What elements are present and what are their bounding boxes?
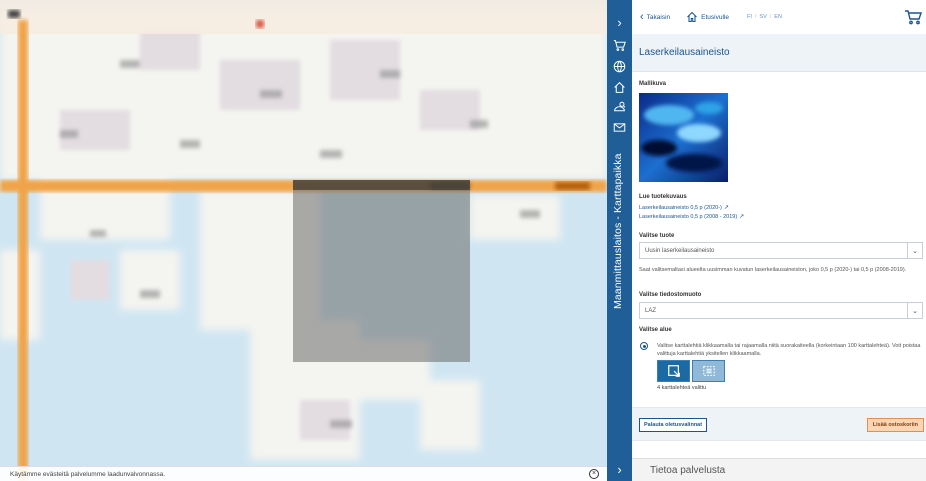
back-label: Takaisin [646,13,671,21]
lang-separator: / [754,14,757,20]
product-panel: ‹ Takaisin Etusivulle FI / SV / EN Laser… [632,0,926,481]
format-select-value: LAZ [645,307,657,314]
product-select[interactable]: Uusin laserkeilausaineisto ⌄ [639,242,923,259]
chevron-left-icon: ‹ [640,11,644,23]
add-to-cart-button[interactable]: Lisää ostoskoriin [866,418,924,432]
product-link-text: Laserkeilausaineisto 0,5 p (2008 - 2019) [639,214,738,220]
product-select-value: Uusin laserkeilausaineisto [645,247,715,254]
home-link[interactable]: Etusivulle [686,11,729,23]
chevron-down-icon: ⌄ [907,303,922,318]
lang-en[interactable]: EN [774,14,782,20]
back-link[interactable]: ‹ Takaisin [640,11,670,23]
product-link-text: Laserkeilausaineisto 0,5 p (2020-) [639,205,722,211]
product-header: Laserkeilausaineisto [632,34,926,72]
tool-strip: › Maanmittauslaitos - Karttapaikka › [607,0,632,481]
area-select-radio[interactable] [640,342,648,350]
rectangle-select-icon [702,366,715,376]
top-nav: ‹ Takaisin Etusivulle FI / SV / EN [632,0,926,34]
cookie-notice-text: Käytämme evästeitä palvelumme laadunvalv… [10,470,166,478]
language-switch: FI / SV / EN [747,14,782,20]
selected-sheets-count: 4 karttalehteä valittu [657,385,707,391]
service-info-heading[interactable]: Tietoa palvelusta [632,458,926,481]
action-bar: Palauta oletusvalinnat Lisää ostoskoriin [632,407,926,441]
home-icon [687,11,698,23]
select-sheets-button[interactable] [657,360,690,382]
click-select-icon [667,365,680,377]
area-option-text: Valitse karttalehtiä klikkaamalla tai ra… [657,343,921,357]
home-icon[interactable] [612,80,627,95]
lang-fi[interactable]: FI [747,14,752,20]
description-label: Lue tuotekuvaus [639,194,687,200]
cart-icon[interactable] [612,38,627,53]
sample-image [639,93,728,182]
selected-map-sheets[interactable] [293,180,470,362]
mail-icon[interactable] [612,120,627,135]
area-label: Valitse alue [639,327,672,333]
product-select-label: Valitse tuote [639,233,675,239]
map-canvas[interactable] [0,0,607,481]
page-title: Laserkeilausaineisto [639,47,730,58]
reset-defaults-button[interactable]: Palauta oletusvalinnat [639,418,708,432]
lang-separator: / [769,14,772,20]
globe-icon[interactable] [612,59,627,74]
rectangle-select-button[interactable] [692,360,725,382]
chevron-right-icon[interactable]: › [607,458,632,480]
product-link-2008[interactable]: Laserkeilausaineisto 0,5 p (2008 - 2019)… [639,213,744,220]
external-link-icon: ↗ [739,214,745,220]
map-view[interactable]: Käytämme evästeitä palvelumme laadunvalv… [0,0,607,481]
product-link-2020[interactable]: Laserkeilausaineisto 0,5 p (2020-) ↗ [639,204,729,211]
format-select-label: Valitse tiedostomuoto [639,292,702,298]
format-select[interactable]: LAZ ⌄ [639,302,923,319]
chevron-down-icon: ⌄ [907,243,922,258]
external-link-icon: ↗ [723,205,729,211]
sample-image-label: Mallikuva [639,81,667,87]
cookie-notice-bar: Käytämme evästeitä palvelumme laadunvalv… [0,466,607,481]
close-circle-icon[interactable]: × [589,469,599,479]
product-help-text: Saat valitsemaltasi alueelta uusimman ku… [639,267,907,273]
location-search-icon[interactable] [612,100,627,115]
lang-sv[interactable]: SV [759,14,766,20]
home-label: Etusivulle [701,13,729,21]
cart-icon[interactable] [904,9,922,25]
strip-title: Maanmittauslaitos - Karttapaikka [612,153,624,309]
chevron-right-icon[interactable]: › [607,11,632,33]
